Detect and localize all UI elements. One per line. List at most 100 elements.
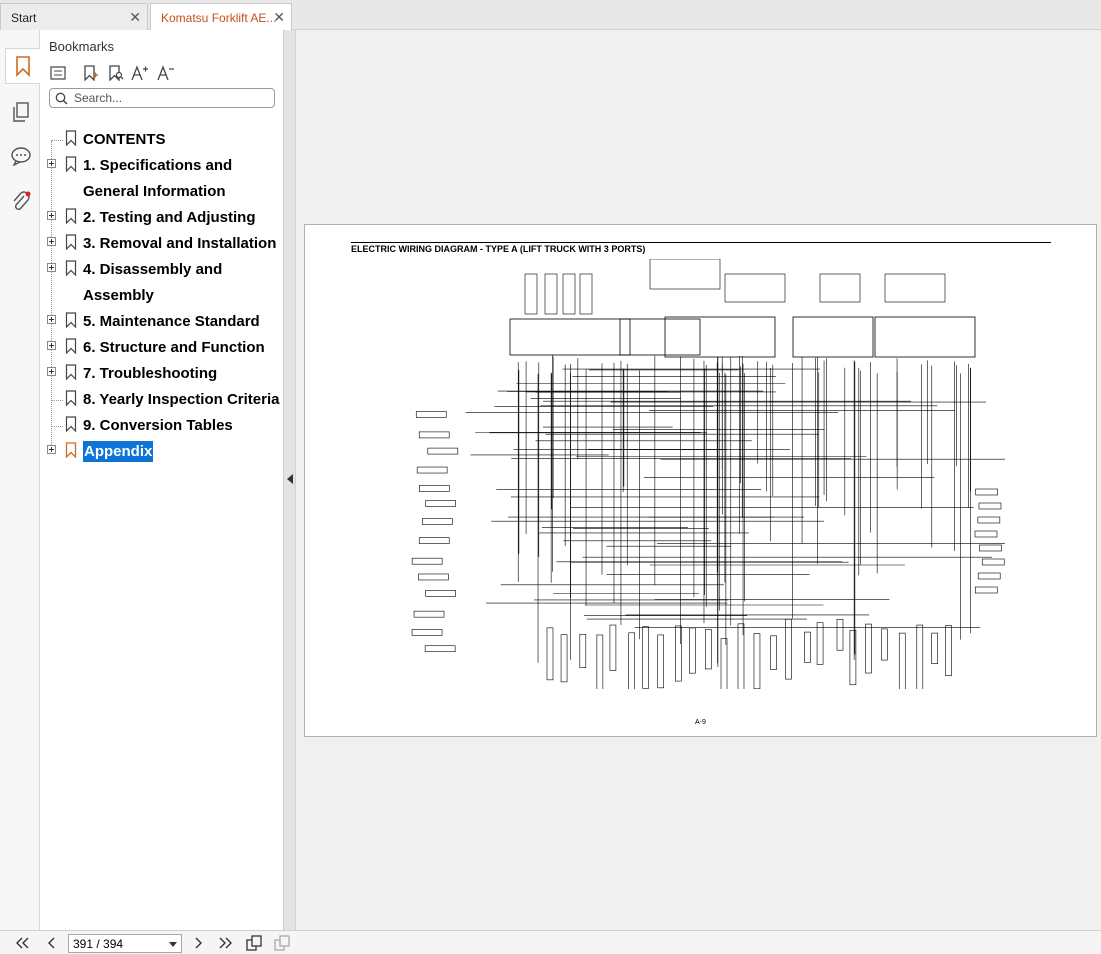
diagram-stroke	[425, 500, 456, 507]
tab-label: Komatsu Forklift AE...	[161, 11, 277, 25]
tree-branch	[51, 140, 63, 141]
first-page-icon	[16, 937, 29, 949]
previous-page-button[interactable]	[42, 934, 62, 952]
diagram-stroke	[979, 544, 1002, 552]
bookmarks-panel: Bookmarks CONTENTS 1.	[40, 30, 283, 930]
bookmark-label: 5. Maintenance Standard	[83, 313, 260, 330]
bookmark-icon	[65, 260, 77, 276]
diagram-stroke	[975, 488, 998, 496]
diagram-stroke	[724, 273, 786, 303]
diagram-stroke	[689, 627, 696, 674]
diagram-stroke	[705, 629, 712, 670]
diagram-stroke	[560, 634, 568, 683]
tab-document[interactable]: Komatsu Forklift AE... ✕	[150, 3, 292, 31]
pages-panel-button[interactable]	[5, 94, 37, 130]
diagram-stroke	[415, 411, 447, 418]
decrease-font-button[interactable]	[156, 63, 176, 83]
expand-toggle[interactable]	[47, 341, 56, 350]
bookmarks-panel-button[interactable]	[5, 48, 40, 84]
bookmark-item-appendix[interactable]: Appendix	[40, 439, 283, 465]
diagram-stroke	[916, 624, 924, 689]
diagram-stroke	[785, 618, 792, 680]
page-number-field[interactable]: 391 / 394	[68, 934, 182, 953]
expand-toggle[interactable]	[47, 237, 56, 246]
close-icon[interactable]: ✕	[129, 9, 141, 26]
bookmark-item-maintenance[interactable]: 5. Maintenance Standard	[40, 309, 283, 335]
outline-view-button[interactable]	[48, 63, 68, 83]
bookmark-label-selected: Appendix	[83, 439, 280, 465]
bookmark-item-removal[interactable]: 3. Removal and Installation	[40, 231, 283, 257]
diagram-stroke	[411, 557, 443, 565]
diagram-stroke	[628, 632, 635, 689]
bookmark-item-testing[interactable]: 2. Testing and Adjusting	[40, 205, 283, 231]
rotate-view-button[interactable]	[272, 934, 292, 952]
diagram-stroke	[865, 623, 872, 674]
expand-toggle[interactable]	[47, 445, 56, 454]
attachments-panel-button[interactable]	[5, 184, 37, 220]
tree-branch	[51, 400, 63, 401]
diagram-stroke	[649, 259, 721, 290]
collapse-panel-icon[interactable]	[287, 474, 293, 484]
side-icon-rail	[0, 30, 40, 930]
expand-toggle[interactable]	[47, 315, 56, 324]
pages-icon	[13, 102, 29, 122]
document-viewer: ELECTRIC WIRING DIAGRAM - TYPE A (LIFT T…	[297, 30, 1101, 930]
bookmark-item-specifications[interactable]: 1. Specifications and General Informatio…	[40, 153, 283, 205]
bookmark-label: 6. Structure and Function	[83, 339, 265, 356]
decrease-font-icon	[157, 65, 174, 81]
last-page-button[interactable]	[216, 934, 236, 952]
search-input[interactable]	[74, 90, 269, 106]
bookmark-label: 7. Troubleshooting	[83, 365, 218, 382]
bookmark-item-troubleshooting[interactable]: 7. Troubleshooting	[40, 361, 283, 387]
find-bookmark-button[interactable]	[106, 63, 126, 83]
increase-font-button[interactable]	[130, 63, 150, 83]
last-page-icon	[219, 937, 232, 949]
close-icon[interactable]: ✕	[273, 9, 285, 26]
next-page-button[interactable]	[188, 934, 208, 952]
bookmark-label: 8. Yearly Inspection Criteria	[83, 391, 280, 408]
status-bar: 391 / 394	[0, 930, 1101, 954]
diagram-stroke	[596, 634, 604, 689]
bookmark-item-inspection[interactable]: 8. Yearly Inspection Criteria	[40, 387, 283, 413]
comments-panel-button[interactable]	[5, 138, 37, 174]
diagram-stroke	[579, 634, 587, 668]
bookmark-icon	[65, 364, 77, 380]
selected-label-text: Appendix	[83, 441, 154, 462]
expand-toggle[interactable]	[47, 159, 56, 168]
bookmark-label: 3. Removal and Installation	[83, 235, 277, 252]
bookmark-item-conversion[interactable]: 9. Conversion Tables	[40, 413, 283, 439]
diagram-stroke	[836, 618, 844, 651]
diagram-stroke	[974, 586, 998, 594]
chevron-down-icon[interactable]	[169, 942, 177, 947]
expand-toggle[interactable]	[47, 367, 56, 376]
add-bookmark-button[interactable]	[81, 63, 101, 83]
bookmark-active-icon	[65, 442, 77, 458]
diagram-stroke	[425, 590, 456, 597]
bookmark-item-structure[interactable]: 6. Structure and Function	[40, 335, 283, 361]
expand-toggle[interactable]	[47, 211, 56, 220]
diagram-stroke	[720, 638, 728, 689]
search-icon	[55, 92, 68, 105]
diagram-stroke	[753, 633, 761, 689]
bookmark-item-disassembly[interactable]: 4. Disassembly and Assembly	[40, 257, 283, 309]
bookmark-search[interactable]	[49, 88, 275, 108]
bookmark-icon	[16, 56, 30, 77]
diagram-stroke	[418, 431, 450, 439]
diagram-stroke	[945, 625, 952, 677]
page-indicator: 391 / 394	[73, 937, 124, 951]
bookmark-item-contents[interactable]: CONTENTS	[40, 127, 283, 153]
first-page-button[interactable]	[12, 934, 32, 952]
diagram-stroke	[874, 316, 976, 358]
panel-splitter[interactable]	[283, 30, 296, 930]
page-layout-button[interactable]	[244, 934, 264, 952]
diagram-stroke	[579, 273, 593, 315]
diagram-stroke	[422, 518, 453, 525]
tab-bar: Start ✕ Komatsu Forklift AE... ✕	[0, 0, 1101, 31]
diagram-stroke	[524, 273, 538, 315]
expand-toggle[interactable]	[47, 263, 56, 272]
rotate-view-icon	[274, 935, 290, 951]
tab-start[interactable]: Start ✕	[0, 3, 148, 30]
bookmark-label: CONTENTS	[83, 131, 166, 148]
diagram-stroke	[657, 634, 664, 689]
tab-label: Start	[11, 11, 37, 25]
